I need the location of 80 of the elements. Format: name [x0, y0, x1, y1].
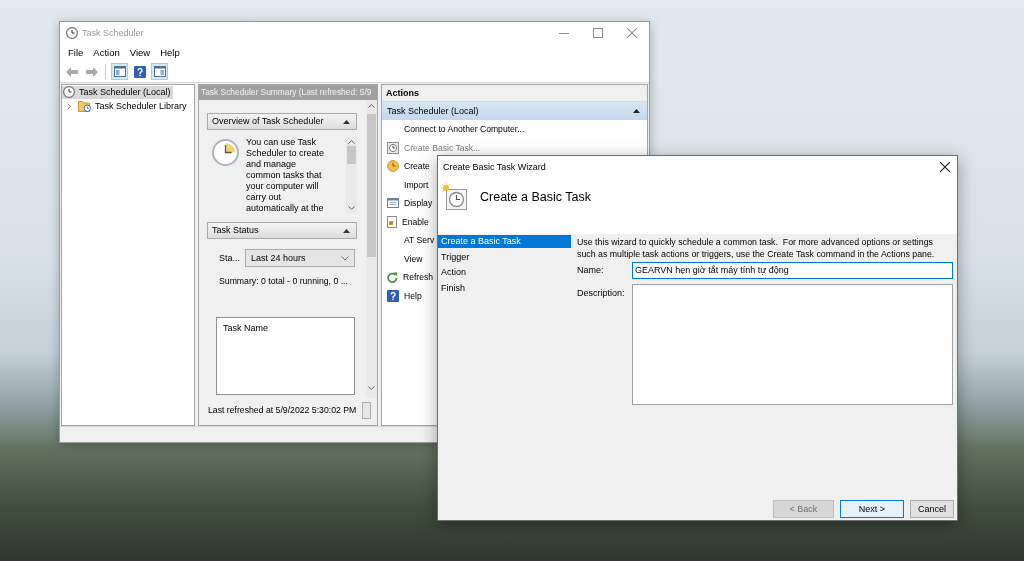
section-title: Task Status [212, 225, 259, 236]
section-header[interactable]: Task Status [207, 222, 357, 239]
window-title: Create Basic Task Wizard [443, 161, 546, 173]
maximize-icon [593, 28, 603, 38]
scroll-up-icon[interactable] [348, 140, 355, 144]
toolbar-button[interactable] [111, 63, 128, 80]
clock-sun-icon [441, 183, 468, 211]
field-label: Name: [577, 265, 605, 276]
intro-text: Use this wizard to quickly schedule a common task. For more advanced options or settings such as multiple task actions or triggers, use the Create Task command in the Actions pane. [577, 236, 936, 260]
clock-icon [387, 160, 399, 173]
scrollbar[interactable] [346, 137, 357, 213]
tree-item[interactable]: Task Scheduler Library [77, 99, 189, 113]
wizard-step[interactable]: Trigger [438, 250, 571, 264]
wizard-step[interactable]: Create a Basic Task [438, 235, 571, 248]
section-title: Overview of Task Scheduler [212, 116, 324, 127]
scroll-up-icon[interactable] [368, 104, 375, 108]
action-item[interactable]: Help [382, 286, 422, 305]
textarea-field[interactable] [632, 284, 953, 405]
toolbar-button[interactable] [131, 63, 148, 80]
wizard-step[interactable]: Action [438, 266, 571, 280]
help-icon [387, 289, 399, 302]
section-header[interactable]: Task Scheduler (Local) [382, 102, 647, 120]
scrollbar[interactable] [366, 100, 377, 398]
panel-header: Task Scheduler Summary (Last refreshed: 5/9 [199, 85, 377, 100]
action-item[interactable]: Display [382, 194, 433, 213]
panel-icon [113, 66, 126, 77]
menu-item[interactable]: Action [88, 44, 125, 61]
dropdown[interactable]: Last 24 hours [245, 249, 355, 267]
chevron-down-icon [341, 255, 349, 261]
panel-icon [153, 66, 166, 77]
minimize-icon [559, 32, 569, 34]
status-text: Last refreshed at 5/9/2022 5:30:02 PM [208, 404, 357, 416]
close-icon [940, 162, 950, 172]
menu-item[interactable]: Help [155, 44, 185, 61]
section-header[interactable]: Overview of Task Scheduler [207, 113, 357, 130]
input-field[interactable]: GEARVN hẹn giờ tắt máy tính tự động [632, 262, 953, 279]
toolbar-button[interactable] [151, 63, 168, 80]
menu-item[interactable]: View [124, 44, 156, 61]
menu-item[interactable]: File [63, 44, 89, 61]
wizard-step[interactable]: Finish [438, 282, 571, 296]
scroll-down-icon[interactable] [368, 386, 375, 390]
collapse-icon[interactable] [343, 119, 350, 124]
left-arrow-icon [65, 66, 78, 77]
scroll-down-icon[interactable] [348, 206, 355, 210]
clock-icon [212, 139, 239, 166]
summary-text: Summary: 0 total - 0 running, 0 ... [218, 276, 349, 287]
right-arrow-icon [85, 66, 98, 77]
wizard-heading: Create a Basic Task [480, 189, 591, 206]
refresh-icon [387, 271, 398, 283]
action-item[interactable]: Import [382, 175, 429, 194]
folder-clock-icon [78, 100, 91, 112]
column-header[interactable]: Task Name [223, 323, 268, 334]
dialog-button[interactable]: Cancel [910, 500, 954, 518]
help-icon [133, 65, 146, 78]
action-item[interactable]: View [382, 249, 423, 268]
tree-item[interactable]: Task Scheduler (Local) [62, 85, 173, 99]
scroll-thumb[interactable] [347, 146, 356, 164]
action-item[interactable]: Enable [382, 212, 429, 231]
chevron-right-icon[interactable] [67, 102, 71, 110]
action-item[interactable]: Create [382, 157, 430, 176]
document-icon [387, 215, 397, 228]
close-icon [627, 28, 637, 38]
action-item[interactable]: AT Serv [382, 231, 435, 250]
dialog-button[interactable]: Next > [840, 500, 904, 518]
task-list[interactable]: Task Name [216, 317, 355, 396]
action-item[interactable]: Refresh [382, 268, 434, 287]
actions-header: Actions [382, 85, 647, 102]
field-label: Sta... [219, 252, 241, 264]
window-icon [387, 198, 399, 209]
collapse-icon[interactable] [343, 228, 350, 233]
action-item[interactable]: Connect to Another Computer... [382, 120, 525, 139]
clock-icon [66, 27, 78, 39]
scroll-thumb[interactable] [367, 114, 376, 257]
collapse-icon[interactable] [633, 109, 640, 113]
clock-icon [387, 141, 399, 154]
window-title: Task Scheduler [82, 27, 144, 39]
overview-text: You can use Task Scheduler to create and manage common tasks that your computer will carry out automatically at the [246, 137, 326, 214]
refresh-button[interactable] [362, 401, 371, 419]
field-label: Description: [577, 288, 626, 299]
section-title: Task Scheduler (Local) [387, 105, 479, 117]
